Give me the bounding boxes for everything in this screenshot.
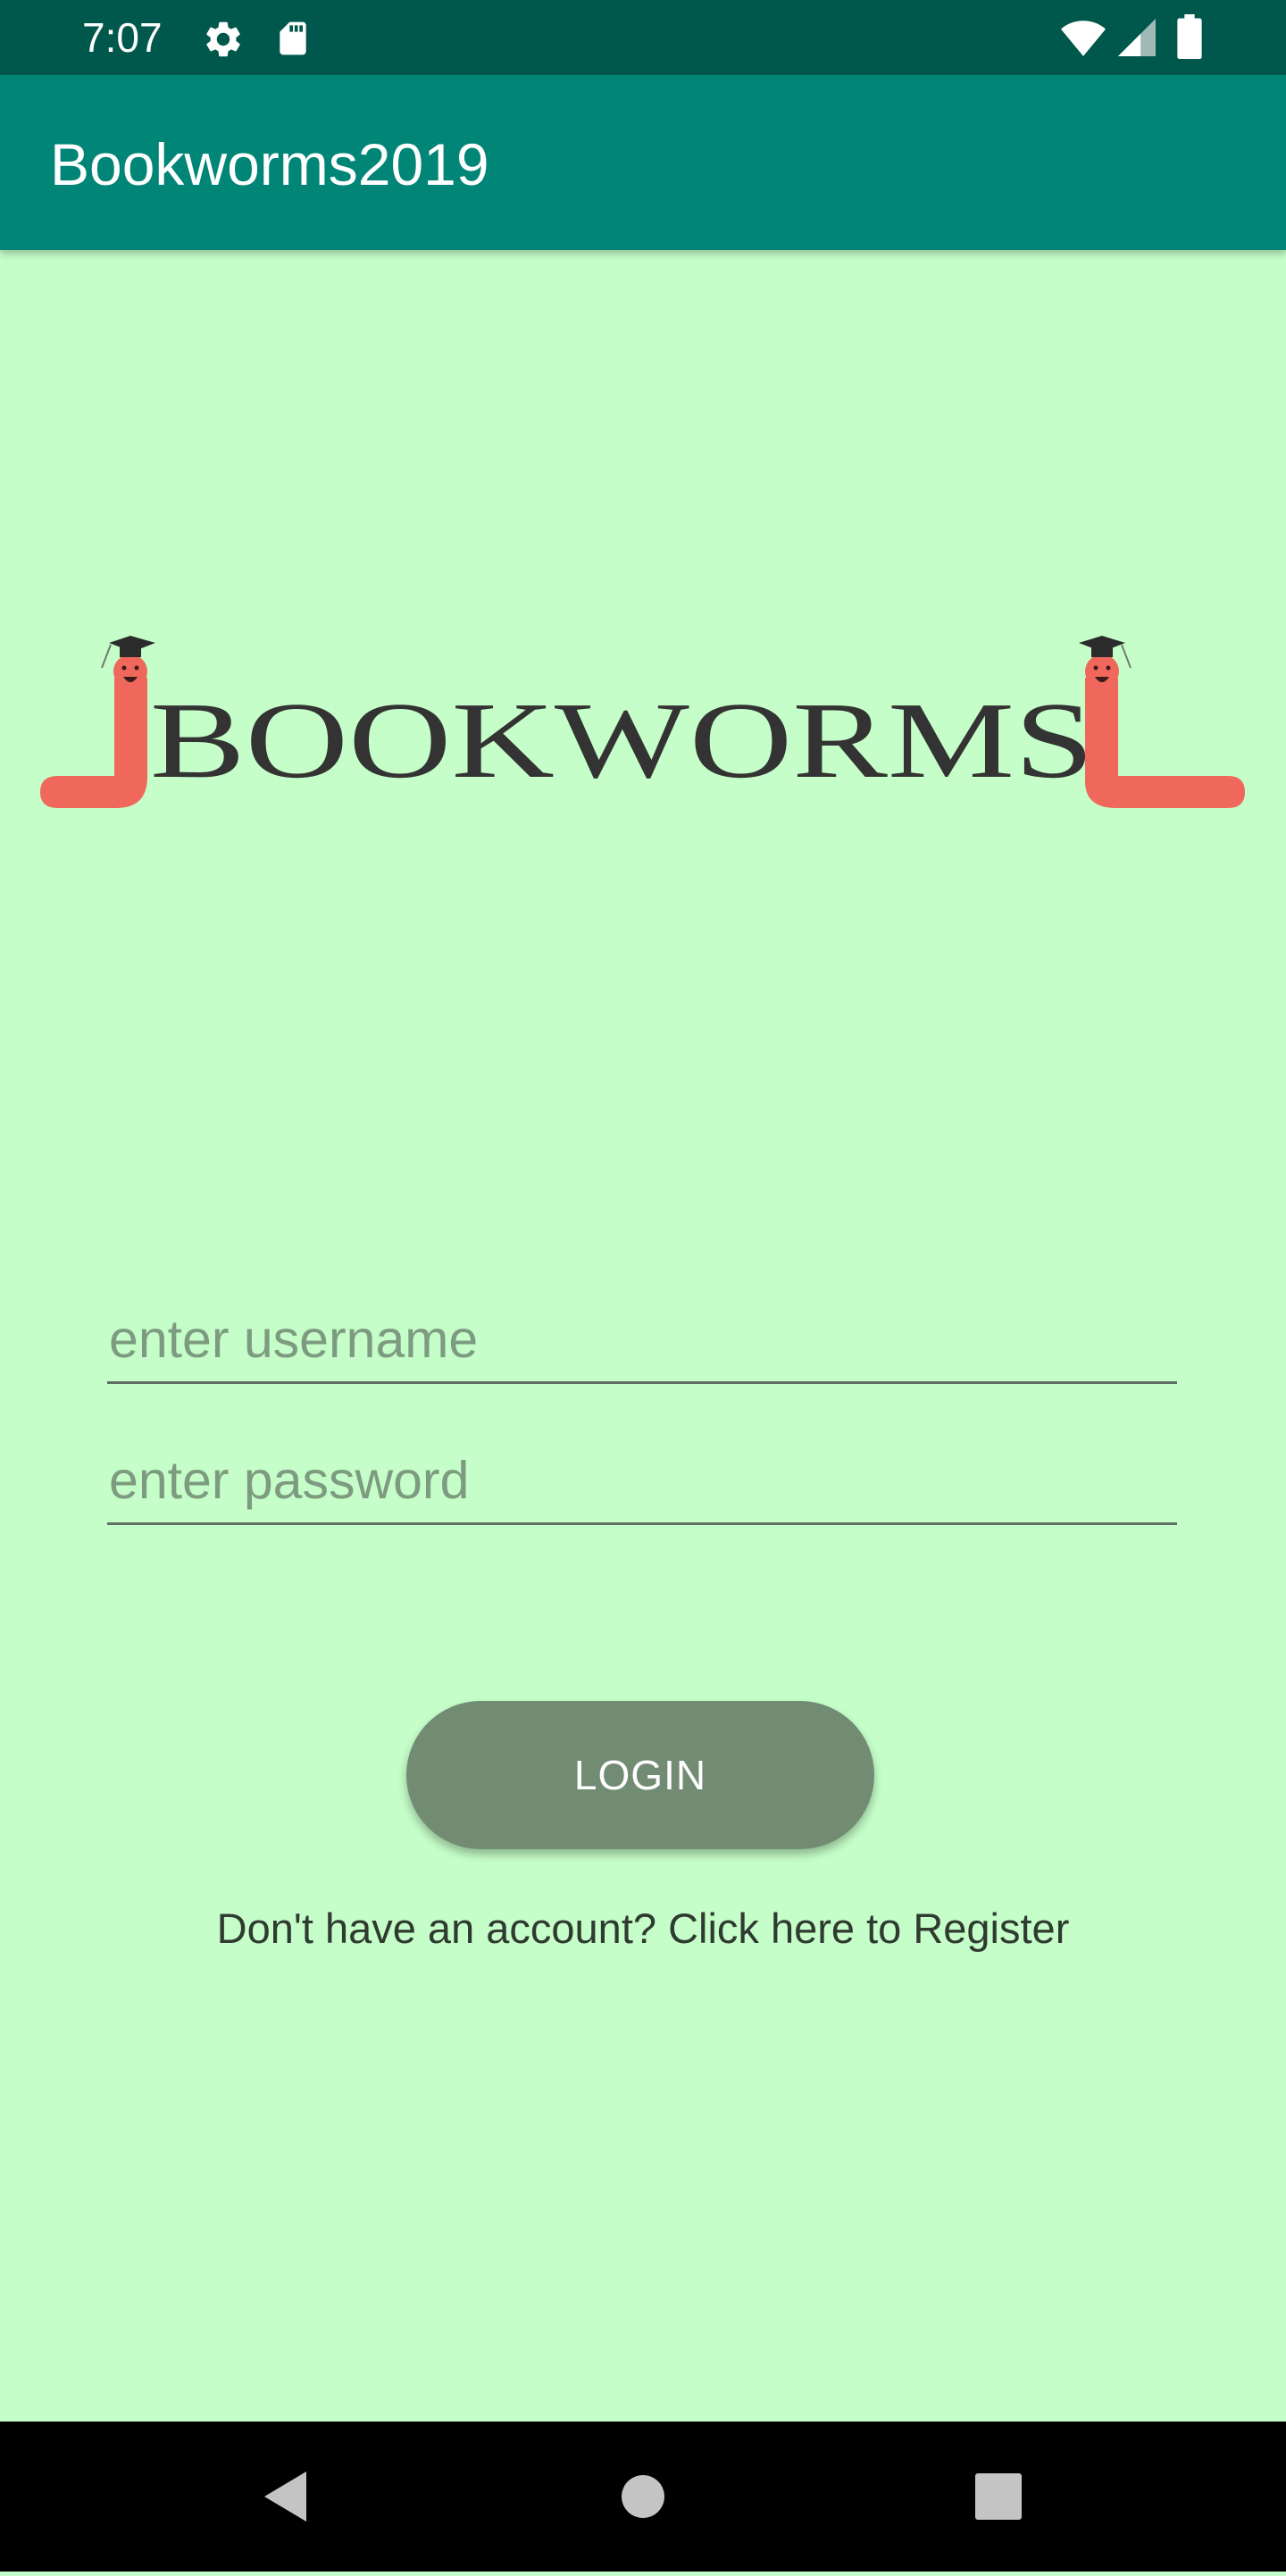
recents-icon	[975, 2473, 1022, 2520]
right-worm-icon	[1079, 636, 1245, 808]
app-bar: Bookworms2019	[0, 75, 1286, 250]
status-bar: 7:07	[0, 0, 1286, 75]
back-button[interactable]	[214, 2422, 357, 2572]
logo-text: BOOKWORMS	[150, 680, 1094, 801]
home-button[interactable]	[572, 2422, 714, 2572]
bookworms-logo: BOOKWORMS	[40, 636, 1245, 808]
back-icon	[264, 2472, 306, 2522]
recents-button[interactable]	[927, 2422, 1070, 2572]
battery-icon	[1177, 14, 1202, 59]
status-time: 7:07	[82, 14, 163, 61]
login-button[interactable]: LOGIN	[406, 1701, 874, 1849]
username-input[interactable]	[107, 1296, 1177, 1384]
wifi-icon	[1061, 21, 1106, 56]
app-title: Bookworms2019	[50, 131, 489, 197]
register-link[interactable]: Don't have an account? Click here to Reg…	[0, 1902, 1286, 1955]
home-icon	[622, 2475, 664, 2518]
left-worm-icon	[40, 636, 155, 808]
navigation-bar	[0, 2422, 1286, 2572]
password-input[interactable]	[107, 1438, 1177, 1525]
sd-card-icon	[280, 21, 306, 55]
gear-icon	[206, 21, 240, 57]
cell-signal-icon	[1118, 19, 1156, 56]
